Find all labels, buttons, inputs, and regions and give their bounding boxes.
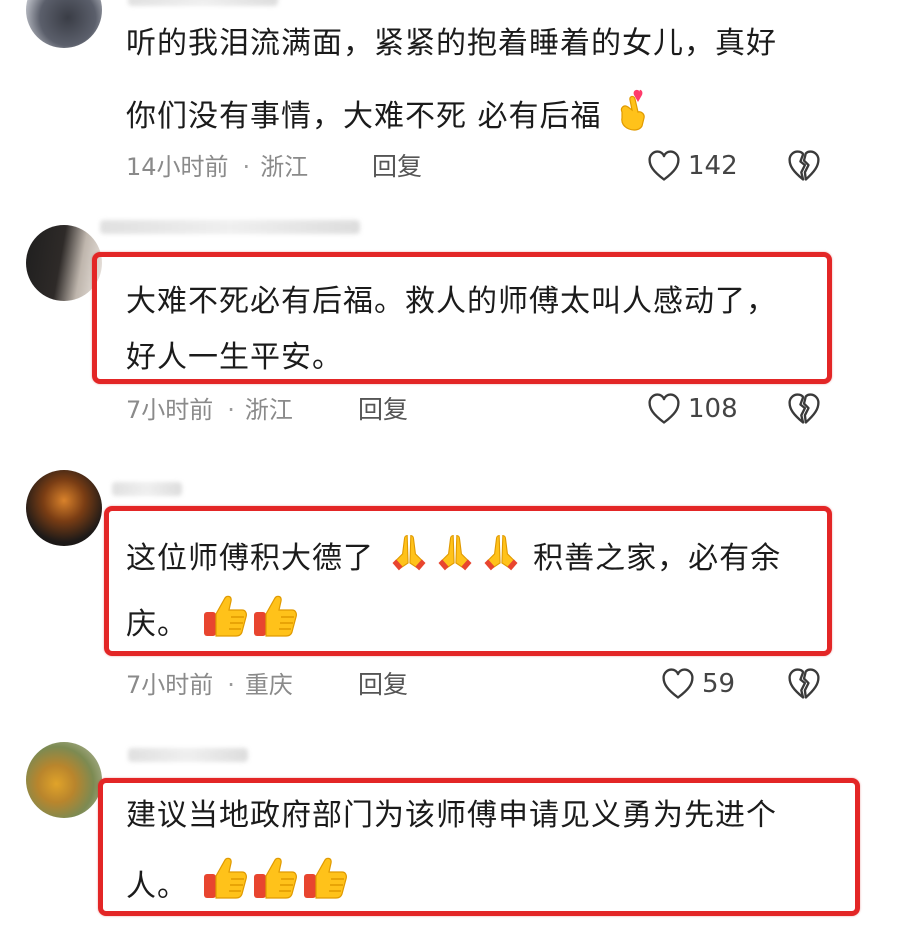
comment-meta: 14小时前 · 浙江 [126,152,308,182]
comment-3: 这位师傅积大德了 积善之家，必有余 庆。 7小时前 · 重庆 回复 59 [0,460,924,730]
like-button[interactable]: 59 [660,666,735,702]
like-count: 59 [702,669,736,699]
praying-hands-emoji [387,530,431,574]
comment-time: 14小时前 [126,153,229,181]
heart-outline-icon [660,666,696,702]
thumbs-up-emoji [201,854,249,902]
finger-heart-emoji [614,88,654,143]
comment-location: 重庆 [244,671,293,699]
reply-button[interactable]: 回复 [358,670,408,700]
username-blurred [128,0,278,6]
comment-meta: 7小时前 · 重庆 [126,670,293,700]
comment-location: 浙江 [260,153,309,181]
username-blurred [112,482,182,496]
username-blurred [100,220,360,234]
heart-outline-icon [646,391,682,427]
avatar[interactable] [26,225,102,301]
comment-time: 7小时前 [126,671,214,699]
comment-location: 浙江 [244,396,293,424]
separator-dot: · [227,671,235,699]
separator-dot: · [242,153,251,181]
thumbs-up-emoji [201,592,249,640]
heart-outline-icon [646,148,682,184]
comment-text-line: 大难不死必有后福。救人的师傅太叫人感动了， [126,284,777,319]
separator-dot: · [227,396,235,424]
thumbs-up-emoji [251,592,299,640]
comment-text-line: 人。 [126,854,349,907]
username-blurred [128,748,248,762]
broken-heart-icon[interactable] [786,666,822,702]
like-count: 142 [688,151,738,181]
thumbs-up-emoji [251,854,299,902]
comment-text-line: 庆。 [126,592,299,645]
like-button[interactable]: 142 [646,148,738,184]
comment-text-line: 好人一生平安。 [126,340,343,375]
comment-text-line: 你们没有事情，大难不死 必有后福 [126,88,654,143]
comment-text-line: 建议当地政府部门为该师傅申请见义勇为先进个 [126,798,777,833]
comment-time: 7小时前 [126,396,214,424]
comment-text-line: 这位师傅积大德了 积善之家，必有余 [126,530,781,579]
praying-hands-emoji [479,530,523,574]
avatar[interactable] [26,742,102,818]
comment-1: 听的我泪流满面，紧紧的抱着睡着的女儿，真好 你们没有事情，大难不死 必有后福 1… [0,0,924,200]
comment-4: 建议当地政府部门为该师傅申请见义勇为先进个 人。 [0,730,924,926]
like-count: 108 [688,394,738,424]
avatar[interactable] [26,470,102,546]
praying-hands-emoji [433,530,477,574]
avatar[interactable] [26,0,102,48]
like-button[interactable]: 108 [646,391,738,427]
broken-heart-icon[interactable] [786,391,822,427]
comment-meta: 7小时前 · 浙江 [126,395,293,425]
comment-2: 大难不死必有后福。救人的师傅太叫人感动了， 好人一生平安。 7小时前 · 浙江 回复… [0,220,924,460]
thumbs-up-emoji [301,854,349,902]
reply-button[interactable]: 回复 [358,395,408,425]
broken-heart-icon[interactable] [786,148,822,184]
reply-button[interactable]: 回复 [372,152,422,182]
comment-text-line: 听的我泪流满面，紧紧的抱着睡着的女儿，真好 [126,26,777,61]
